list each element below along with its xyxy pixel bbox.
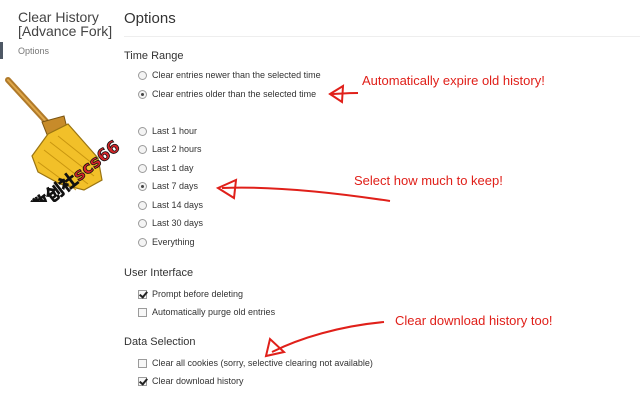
annotation-arrows [215,84,391,358]
arrow-expire [331,92,359,95]
annotation-download: Clear download history too! [395,313,553,328]
annotation-keep: Select how much to keep! [354,173,503,188]
arrowhead-keep [215,178,238,200]
arrow-download [271,321,385,353]
annotation-expire: Automatically expire old history! [362,73,545,88]
arrow-keep [221,186,391,202]
